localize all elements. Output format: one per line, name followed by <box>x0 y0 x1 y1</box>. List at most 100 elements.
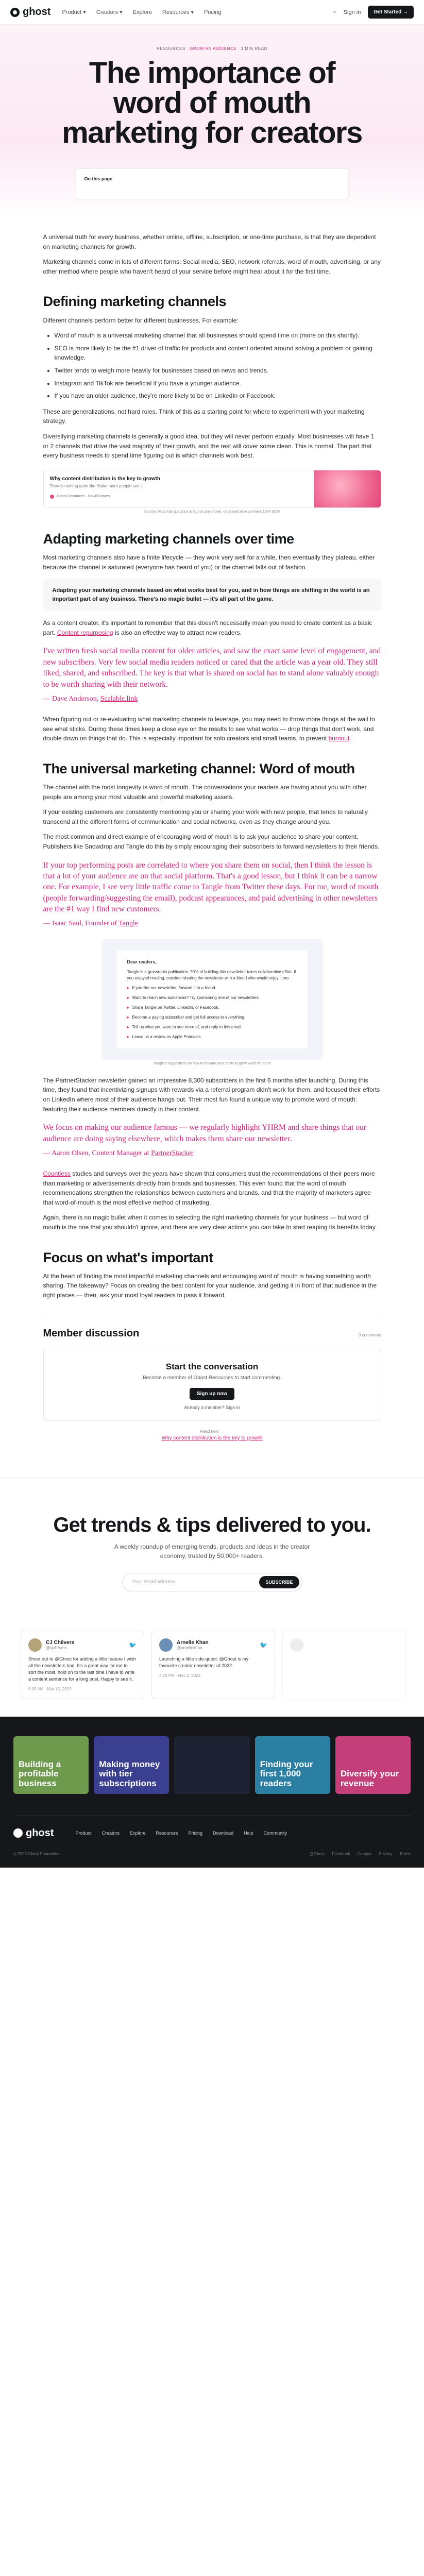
footer-link[interactable]: Privacy <box>379 1852 392 1856</box>
bullet-icon: ▸ <box>127 1005 129 1010</box>
email-item: ▸ Become a paying subscriber and get full… <box>127 1014 297 1021</box>
comment-count: 0 comments <box>358 1332 381 1337</box>
footer-link[interactable]: Creators <box>101 1831 120 1836</box>
quote-author: — Isaac Saul, Founder of <box>43 920 119 928</box>
promo-tile[interactable]: Making money with tier subscriptions <box>94 1736 169 1794</box>
nav-link-pricing[interactable]: Pricing <box>204 9 222 15</box>
newsletter-form: Your email address SUBSCRIBE <box>122 1572 302 1591</box>
bookmark-card[interactable]: Why content distribution is the key to g… <box>43 469 381 508</box>
tweet-author-handle: @arnellekhan <box>177 1645 202 1650</box>
footer-link[interactable]: Pricing <box>189 1831 203 1836</box>
article-hero: RESOURCES GROW AN AUDIENCE 3 MIN READ Th… <box>0 25 424 220</box>
ghost-logo[interactable]: ghost <box>10 6 50 18</box>
search-icon[interactable]: ⌕ <box>333 9 336 15</box>
breadcrumb-resources[interactable]: RESOURCES <box>157 46 185 51</box>
footer-link[interactable]: Explore <box>130 1831 146 1836</box>
email-input[interactable]: Your email address <box>132 1579 176 1585</box>
footer-link[interactable]: Community <box>264 1831 287 1836</box>
footer-link[interactable]: Facebook <box>332 1852 350 1856</box>
paragraph: Diversifying marketing channels is gener… <box>43 432 375 460</box>
footer-link[interactable]: @Ghost <box>310 1852 325 1856</box>
tweet-card[interactable] <box>282 1630 406 1699</box>
nav-actions: ⌕ Sign in Get Started → <box>333 6 414 19</box>
footer-link[interactable]: Product <box>75 1831 91 1836</box>
footer-links: Product Creators Explore Resources Prici… <box>75 1831 411 1836</box>
promo-tile[interactable] <box>174 1736 250 1794</box>
footer-link[interactable]: Resources <box>156 1831 178 1836</box>
paragraph: When figuring out or re-evaluating what … <box>43 715 381 743</box>
sign-in-link[interactable]: Sign in <box>344 9 361 15</box>
tweet-author-handle: @cjchilvers <box>46 1645 67 1650</box>
footer-link[interactable]: Terms <box>399 1852 411 1856</box>
content-repurposing-link[interactable]: Content repurposing <box>57 629 113 636</box>
ghost-logo-icon <box>10 7 20 17</box>
paragraph: The most common and direct example of en… <box>43 833 380 850</box>
list-item: If you have an older audience, they're m… <box>55 391 381 401</box>
newsletter-section: Get trends & tips delivered to you. A we… <box>0 1477 424 1612</box>
paragraph: The PartnerStacker newsletter gained an … <box>43 1076 380 1113</box>
breadcrumb: RESOURCES GROW AN AUDIENCE 3 MIN READ <box>0 46 424 51</box>
tweet-card[interactable]: Arnelle Khan @arnellekhan 🐦 Launching a … <box>151 1630 275 1699</box>
footer-bottom: © 2023 Ghost Foundation @Ghost Facebook … <box>13 1852 411 1856</box>
burnout-link[interactable]: burnout <box>329 735 350 742</box>
newsletter-description: A weekly roundup of emerging trends, pro… <box>114 1543 310 1560</box>
email-intro: Tangle is a grassroots publication. 90% … <box>127 969 296 980</box>
paragraph: Marketing channels come in lots of diffe… <box>43 258 381 275</box>
footer-link[interactable]: Help <box>244 1831 253 1836</box>
text-run: studies and surveys over the years have … <box>43 1170 375 1206</box>
bookmark-publisher: Ghost Resources · David Darnes <box>57 495 110 499</box>
promo-tile[interactable]: Diversify your revenue <box>335 1736 411 1794</box>
quote-author: — Aaron Olsen, Content Manager at <box>43 1149 151 1158</box>
email-item: ▸ Tell us what you want to see more of, a… <box>127 1024 297 1030</box>
paragraph: Countless studies and surveys over the y… <box>43 1169 381 1207</box>
partnerstacker-link[interactable]: PartnerStacker <box>151 1149 193 1157</box>
sign-in-link[interactable]: Already a member? Sign in <box>44 1405 381 1410</box>
tweet-card[interactable]: CJ Chilvers @cjchilvers 🐦 Shout out to @… <box>21 1630 144 1699</box>
breadcrumb-category[interactable]: GROW AN AUDIENCE <box>190 46 236 51</box>
paragraph: Different channels perform better for di… <box>43 316 239 324</box>
toc-label: On this page <box>84 176 113 181</box>
nav-link-resources[interactable]: Resources ▾ <box>162 9 194 16</box>
discussion-header: Member discussion 0 comments <box>43 1328 381 1340</box>
publisher-icon <box>49 494 54 499</box>
quote-author: — Dave Anderson, <box>43 694 100 703</box>
section-heading: Adapting marketing channels over time <box>43 531 295 547</box>
nav-link-explore[interactable]: Explore <box>133 9 152 15</box>
read-next-label: Read next → <box>200 1429 224 1434</box>
member-discussion: Member discussion 0 comments Start the c… <box>43 1315 381 1421</box>
text-run: . <box>349 735 351 742</box>
paragraph: Again, there is no magic bullet when it … <box>43 1214 377 1231</box>
tangle-link[interactable]: Tangle <box>118 920 138 927</box>
paragraph: These are generalizations, not hard rule… <box>43 408 365 425</box>
subscribe-button[interactable]: SUBSCRIBE <box>259 1575 299 1588</box>
tweet-date: 4:23 PM · Nov 2, 2022 <box>159 1673 201 1678</box>
footer-bottom-links: @Ghost Facebook Contact Privacy Terms <box>310 1852 411 1856</box>
footer-link[interactable]: Download <box>213 1831 233 1836</box>
email-item: ▸ Share Tangle on Twitter, LinkedIn, or F… <box>127 1005 297 1011</box>
table-of-contents[interactable]: On this page <box>75 168 349 199</box>
tweet-carousel: CJ Chilvers @cjchilvers 🐦 Shout out to @… <box>0 1612 424 1717</box>
paragraph: At the heart of finding the most impactf… <box>43 1272 377 1299</box>
email-item: ▸ Leave us a review on Apple Podcasts. <box>127 1034 297 1040</box>
email-greeting: Dear readers, <box>127 959 157 965</box>
twitter-icon: 🐦 <box>260 1641 267 1649</box>
sign-up-button[interactable]: Sign up now <box>189 1387 235 1400</box>
paragraph: The channel with the most longevity is w… <box>43 783 367 801</box>
twitter-icon: 🐦 <box>129 1641 137 1649</box>
bookmark-meta: Ghost Resources · David Darnes <box>49 494 308 499</box>
bookmark-thumbnail <box>313 470 381 507</box>
nav-link-product[interactable]: Product ▾ <box>62 9 86 16</box>
nav-link-creators[interactable]: Creators ▾ <box>96 9 123 16</box>
footer-link[interactable]: Contact <box>357 1852 371 1856</box>
read-next-link[interactable]: Why content distribution is the key to g… <box>43 1435 381 1441</box>
promo-tile[interactable]: Finding your first 1,000 readers <box>255 1736 330 1794</box>
avatar <box>159 1638 173 1652</box>
get-started-button[interactable]: Get Started → <box>368 6 414 19</box>
footer-logo[interactable]: ghost <box>13 1827 54 1839</box>
promo-tile[interactable]: Building a profitable business <box>13 1736 89 1794</box>
bullet-icon: ▸ <box>127 1024 129 1029</box>
chevron-down-icon: ▾ <box>120 9 123 15</box>
scalable-link[interactable]: Scalable.link <box>100 695 138 703</box>
countless-link[interactable]: Countless <box>43 1170 71 1177</box>
avatar <box>290 1638 303 1652</box>
